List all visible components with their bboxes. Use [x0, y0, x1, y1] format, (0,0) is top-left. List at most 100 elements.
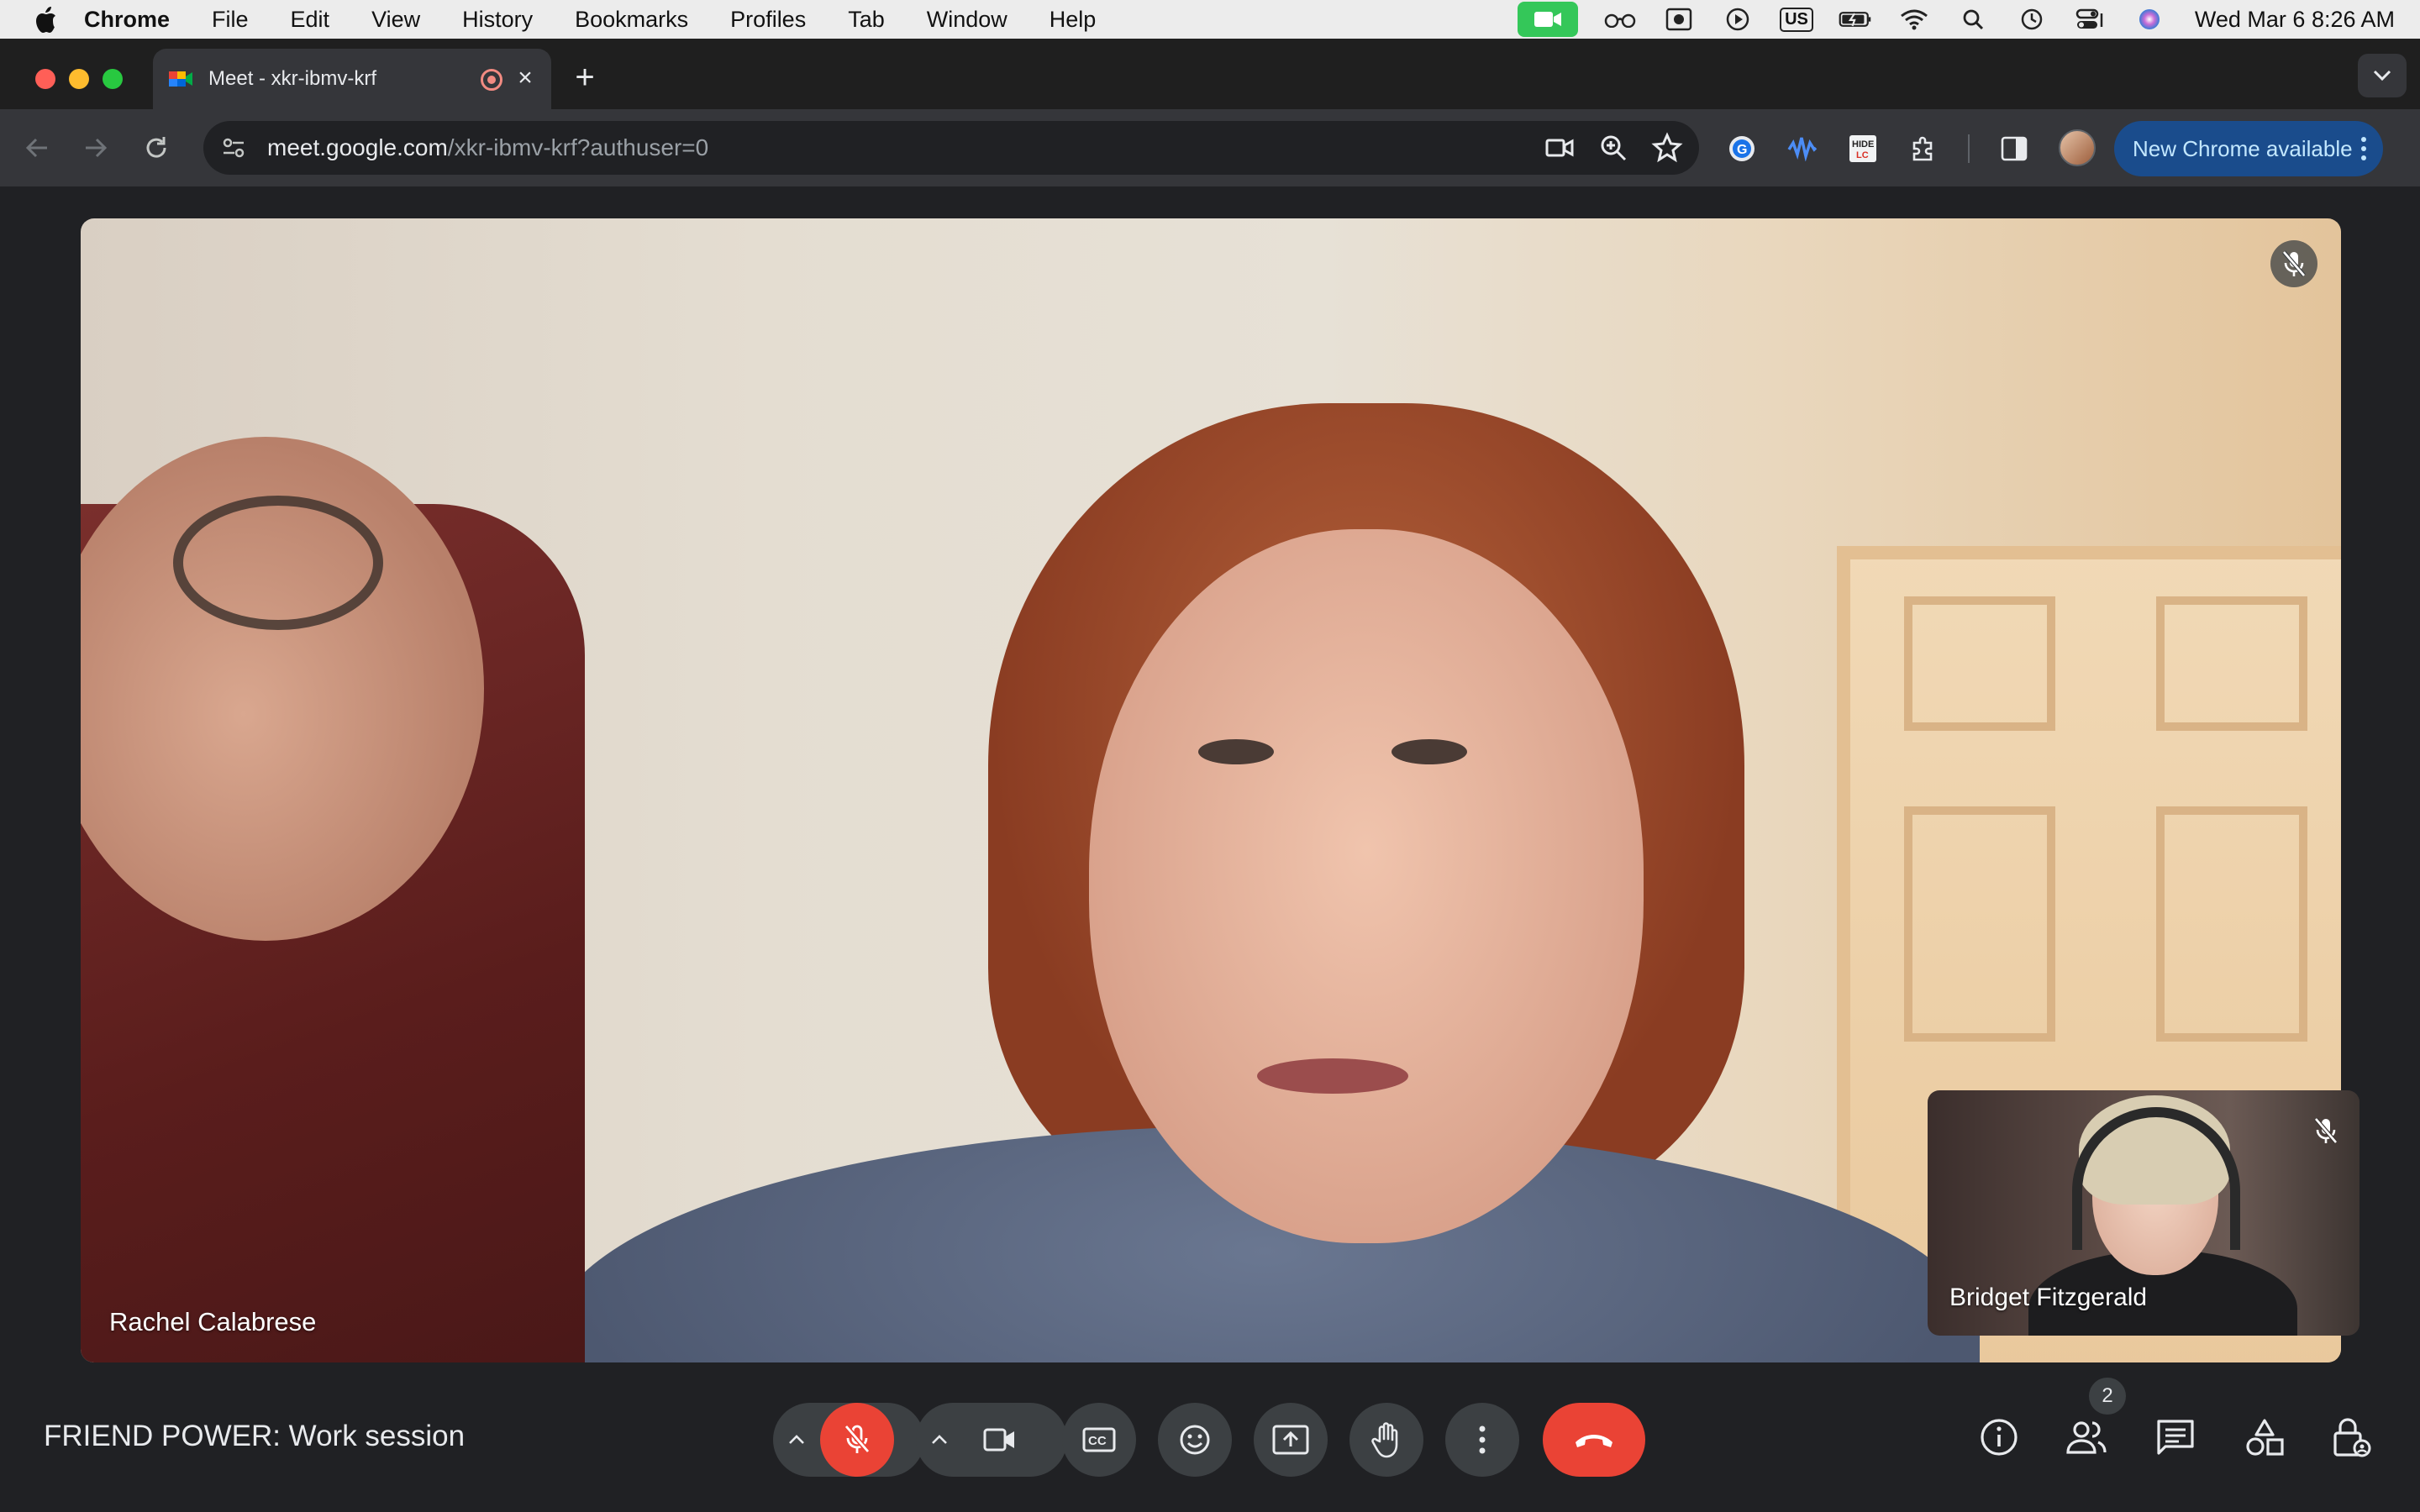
present-now-button[interactable]	[1254, 1403, 1328, 1477]
participant-face	[1089, 529, 1644, 1243]
toolbar-divider	[1968, 134, 1970, 163]
chevron-up-icon	[932, 1435, 947, 1444]
mic-off-icon	[2282, 250, 2306, 277]
tab-search-button[interactable]	[2358, 54, 2407, 97]
menu-edit[interactable]: Edit	[291, 7, 330, 33]
menu-app-chrome[interactable]: Chrome	[84, 7, 170, 33]
apple-icon[interactable]	[32, 5, 60, 34]
extensions-puzzle-icon[interactable]	[1906, 131, 1941, 166]
new-tab-button[interactable]: +	[565, 57, 605, 97]
host-controls-icon	[2333, 1418, 2371, 1457]
self-view-tile[interactable]: Bridget Fitzgerald	[1928, 1090, 2360, 1336]
screen-record-icon[interactable]	[1662, 7, 1696, 32]
main-participant-name: Rachel Calabrese	[109, 1307, 317, 1336]
activities-button[interactable]	[2235, 1408, 2294, 1467]
grammar-extension-icon[interactable]: G	[1724, 131, 1760, 166]
video-options-button[interactable]	[916, 1403, 963, 1477]
captions-button[interactable]: CC	[1062, 1403, 1136, 1477]
side-panel-icon[interactable]	[1996, 131, 2032, 166]
new-chrome-available-label: New Chrome available	[2133, 135, 2353, 161]
microphone-toggle-button[interactable]	[820, 1403, 894, 1477]
browser-tab-meet[interactable]: Meet - xkr-ibmv-krf ×	[153, 49, 551, 109]
zoom-icon[interactable]	[1597, 131, 1630, 165]
more-options-icon	[1479, 1425, 1486, 1454]
participant-eye	[1392, 739, 1467, 764]
leave-call-button[interactable]	[1543, 1403, 1645, 1477]
mic-off-icon	[844, 1425, 871, 1453]
camera-toggle-button[interactable]	[963, 1403, 1037, 1477]
reload-icon	[146, 137, 166, 158]
control-center-icon[interactable]	[2074, 7, 2107, 32]
url-text[interactable]: meet.google.com/xkr-ibmv-krf?authuser=0	[267, 134, 708, 161]
url-host: meet.google.com	[267, 134, 448, 160]
self-participant-name: Bridget Fitzgerald	[1949, 1284, 2148, 1311]
menu-profiles[interactable]: Profiles	[730, 7, 806, 33]
arrow-right-icon	[86, 138, 108, 158]
tab-close-icon[interactable]: ×	[511, 64, 539, 92]
chat-button[interactable]	[2146, 1408, 2205, 1467]
camera-in-use-icon[interactable]	[1543, 131, 1576, 165]
menu-bar-status-area: US Wed Mar 6 8:26 AM	[1518, 0, 2395, 39]
end-call-icon	[1576, 1435, 1612, 1447]
mic-control-group	[773, 1403, 924, 1477]
address-bar[interactable]: meet.google.com/xkr-ibmv-krf?authuser=0	[203, 121, 1699, 175]
menu-file[interactable]: File	[212, 7, 249, 33]
background-person	[81, 437, 585, 1362]
menu-bar-clock[interactable]: Wed Mar 6 8:26 AM	[2195, 7, 2395, 33]
raise-hand-button[interactable]	[1349, 1403, 1423, 1477]
siri-icon[interactable]	[2133, 7, 2166, 32]
tab-recording-indicator-icon	[481, 69, 502, 91]
meet-camera-indicator-icon[interactable]	[1518, 2, 1579, 37]
menu-view[interactable]: View	[371, 7, 420, 33]
menu-help[interactable]: Help	[1050, 7, 1097, 33]
menu-tab[interactable]: Tab	[848, 7, 885, 33]
hand-icon	[1371, 1422, 1398, 1458]
window-close-button[interactable]	[35, 69, 55, 89]
omnibox-actions	[1543, 131, 1684, 165]
wifi-icon[interactable]	[1897, 7, 1931, 32]
chat-icon	[2157, 1420, 2194, 1455]
svg-text:G: G	[1737, 143, 1747, 157]
arrow-left-icon	[25, 138, 47, 158]
host-controls-button[interactable]	[2323, 1408, 2381, 1467]
camera-control-group	[916, 1403, 1067, 1477]
history-clock-icon[interactable]	[2015, 7, 2049, 32]
chevron-up-icon	[789, 1435, 804, 1444]
svg-text:CC: CC	[1088, 1434, 1107, 1448]
hide-lc-extension-icon[interactable]: HIDE LC	[1845, 131, 1881, 166]
play-icon[interactable]	[1721, 7, 1754, 32]
waveform-extension-icon[interactable]	[1785, 131, 1820, 166]
activities-icon	[2246, 1419, 2284, 1456]
window-zoom-button[interactable]	[103, 69, 123, 89]
more-options-button[interactable]	[1445, 1403, 1519, 1477]
emoji-icon	[1180, 1425, 1210, 1455]
profile-avatar[interactable]	[2059, 129, 2096, 166]
reactions-button[interactable]	[1158, 1403, 1232, 1477]
tab-title: Meet - xkr-ibmv-krf	[208, 67, 376, 90]
background-person-glasses	[173, 496, 383, 630]
new-chrome-available-button[interactable]: New Chrome available	[2114, 121, 2383, 176]
chevron-down-icon	[2373, 70, 2391, 81]
battery-icon[interactable]	[1839, 7, 1872, 32]
people-button[interactable]	[2057, 1408, 2116, 1467]
glasses-icon[interactable]	[1603, 7, 1637, 32]
participant-count-badge: 2	[2089, 1378, 2126, 1415]
menu-history[interactable]: History	[462, 7, 533, 33]
site-info-icon[interactable]	[217, 131, 250, 165]
back-button[interactable]	[17, 128, 57, 168]
meeting-details-button[interactable]	[1970, 1408, 2028, 1467]
mic-off-icon	[2314, 1117, 2338, 1144]
meet-stage: Rachel Calabrese Bridget Fitzgerald FRIE…	[0, 186, 2420, 1512]
bookmark-star-icon[interactable]	[1650, 131, 1684, 165]
audio-options-button[interactable]	[773, 1403, 820, 1477]
keyboard-layout-indicator[interactable]: US	[1780, 7, 1813, 32]
menu-bookmarks[interactable]: Bookmarks	[575, 7, 688, 33]
people-icon	[2066, 1421, 2107, 1454]
spotlight-search-icon[interactable]	[1956, 7, 1990, 32]
kebab-menu-icon	[2361, 137, 2366, 160]
menu-window[interactable]: Window	[927, 7, 1007, 33]
reload-button[interactable]	[136, 128, 176, 168]
window-minimize-button[interactable]	[69, 69, 89, 89]
participant-eye	[1198, 739, 1274, 764]
forward-button[interactable]	[76, 128, 116, 168]
